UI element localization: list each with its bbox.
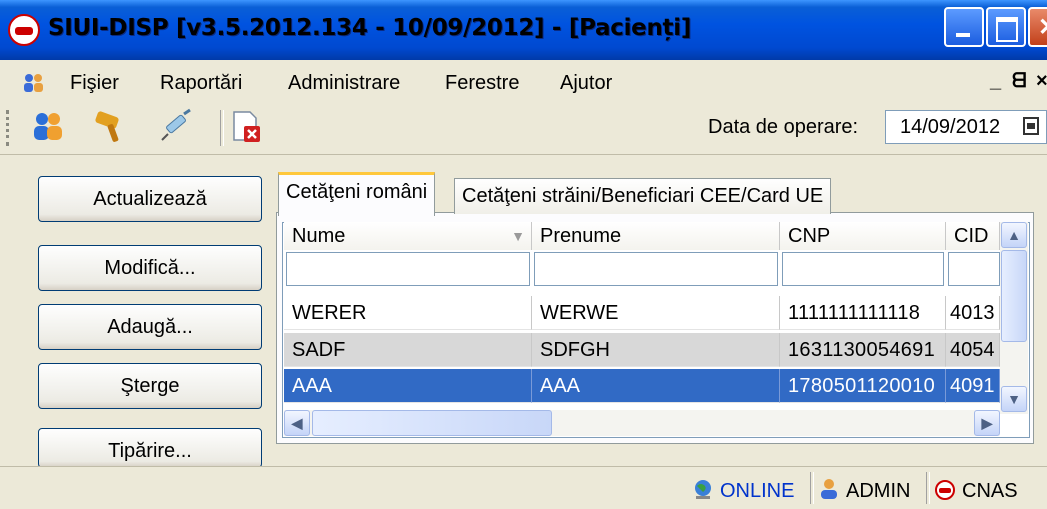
calendar-icon[interactable] [1023, 117, 1039, 135]
menu-ajutor[interactable]: Ajutor [560, 72, 612, 95]
cell-prenume: WERWE [532, 296, 780, 330]
cell-cnp: 1631130054691 [780, 333, 946, 367]
close-button[interactable] [1028, 7, 1047, 47]
edit-button[interactable]: Modifică... [38, 245, 262, 291]
add-button[interactable]: Adaugă... [38, 304, 262, 350]
delete-button[interactable]: Şterge [38, 363, 262, 409]
print-button[interactable]: Tipărire... [38, 428, 262, 468]
cnas-logo-icon [935, 480, 955, 500]
menu-ferestre[interactable]: Ferestre [445, 72, 519, 95]
cell-cid: 4054 [946, 333, 1000, 367]
status-separator [926, 472, 930, 504]
filter-nume-input[interactable] [286, 252, 530, 286]
scroll-left-button[interactable]: ◀ [284, 410, 310, 436]
column-header-cid[interactable]: CID [946, 222, 1000, 250]
toolbar-grip[interactable] [6, 110, 12, 146]
cell-nume: WERER [284, 296, 532, 330]
syringe-icon[interactable] [158, 108, 194, 144]
user-icon [821, 479, 837, 499]
filter-cid-input[interactable] [948, 252, 1000, 286]
minimize-button[interactable] [944, 7, 984, 47]
refresh-button[interactable]: Actualizează [38, 176, 262, 222]
menu-fisier[interactable]: Fişier [70, 72, 119, 95]
filter-icon[interactable]: ▼ [511, 222, 525, 250]
status-connection: ONLINE [720, 480, 795, 502]
mdi-restore-button[interactable]: ᗺ [1012, 70, 1026, 93]
tab-cetateni-straini[interactable]: Cetăţeni străini/Beneficiari CEE/Card UE [454, 178, 832, 214]
mdi-minimize-button[interactable]: _ [990, 70, 1001, 93]
globe-icon [695, 480, 711, 499]
date-label: Data de operare: [708, 116, 859, 138]
vertical-scroll-thumb[interactable] [1001, 250, 1027, 342]
maximize-button[interactable] [986, 7, 1026, 47]
status-org: CNAS [962, 480, 1018, 502]
column-header-prenume[interactable]: Prenume [532, 222, 780, 250]
column-header-cnp[interactable]: CNP [780, 222, 946, 250]
menu-rapoarte[interactable]: Raportări [160, 72, 242, 95]
cell-cid: 4013 [946, 296, 1000, 330]
date-value: 14/09/2012 [900, 116, 1001, 138]
scroll-up-button[interactable]: ▲ [1001, 222, 1027, 248]
cell-cid: 4091 [946, 369, 1000, 403]
tab-cetateni-romani[interactable]: Cetăţeni români [278, 172, 436, 216]
mdi-close-button[interactable]: × [1036, 70, 1047, 93]
horizontal-scroll-thumb[interactable] [312, 410, 552, 436]
filter-cnp-input[interactable] [782, 252, 944, 286]
cell-prenume: SDFGH [532, 333, 780, 367]
scroll-down-button[interactable]: ▼ [1001, 386, 1027, 412]
cell-nume: AAA [284, 369, 532, 403]
window-title: SIUI-DISP [v3.5.2012.134 - 10/09/2012] -… [48, 15, 692, 41]
scroll-right-button[interactable]: ▶ [974, 410, 1000, 436]
users-icon[interactable] [30, 108, 66, 144]
column-header-label: Nume [292, 225, 346, 247]
status-separator [810, 472, 814, 504]
menu-bar [0, 60, 1047, 104]
gavel-icon[interactable] [92, 108, 128, 144]
cell-cnp: 1780501120010 [780, 369, 946, 403]
app-logo-icon[interactable] [8, 14, 40, 46]
users-small-icon[interactable] [22, 72, 46, 94]
filter-prenume-input[interactable] [534, 252, 778, 286]
toolbar-separator [220, 110, 224, 146]
menu-administrare[interactable]: Administrare [288, 72, 400, 95]
document-close-icon[interactable] [228, 108, 264, 144]
cell-nume: SADF [284, 333, 532, 367]
status-user: ADMIN [846, 480, 911, 502]
cell-cnp: 1111111111118 [780, 296, 946, 330]
column-header-nume[interactable]: Nume ▼ [284, 222, 532, 250]
cell-prenume: AAA [532, 369, 780, 403]
